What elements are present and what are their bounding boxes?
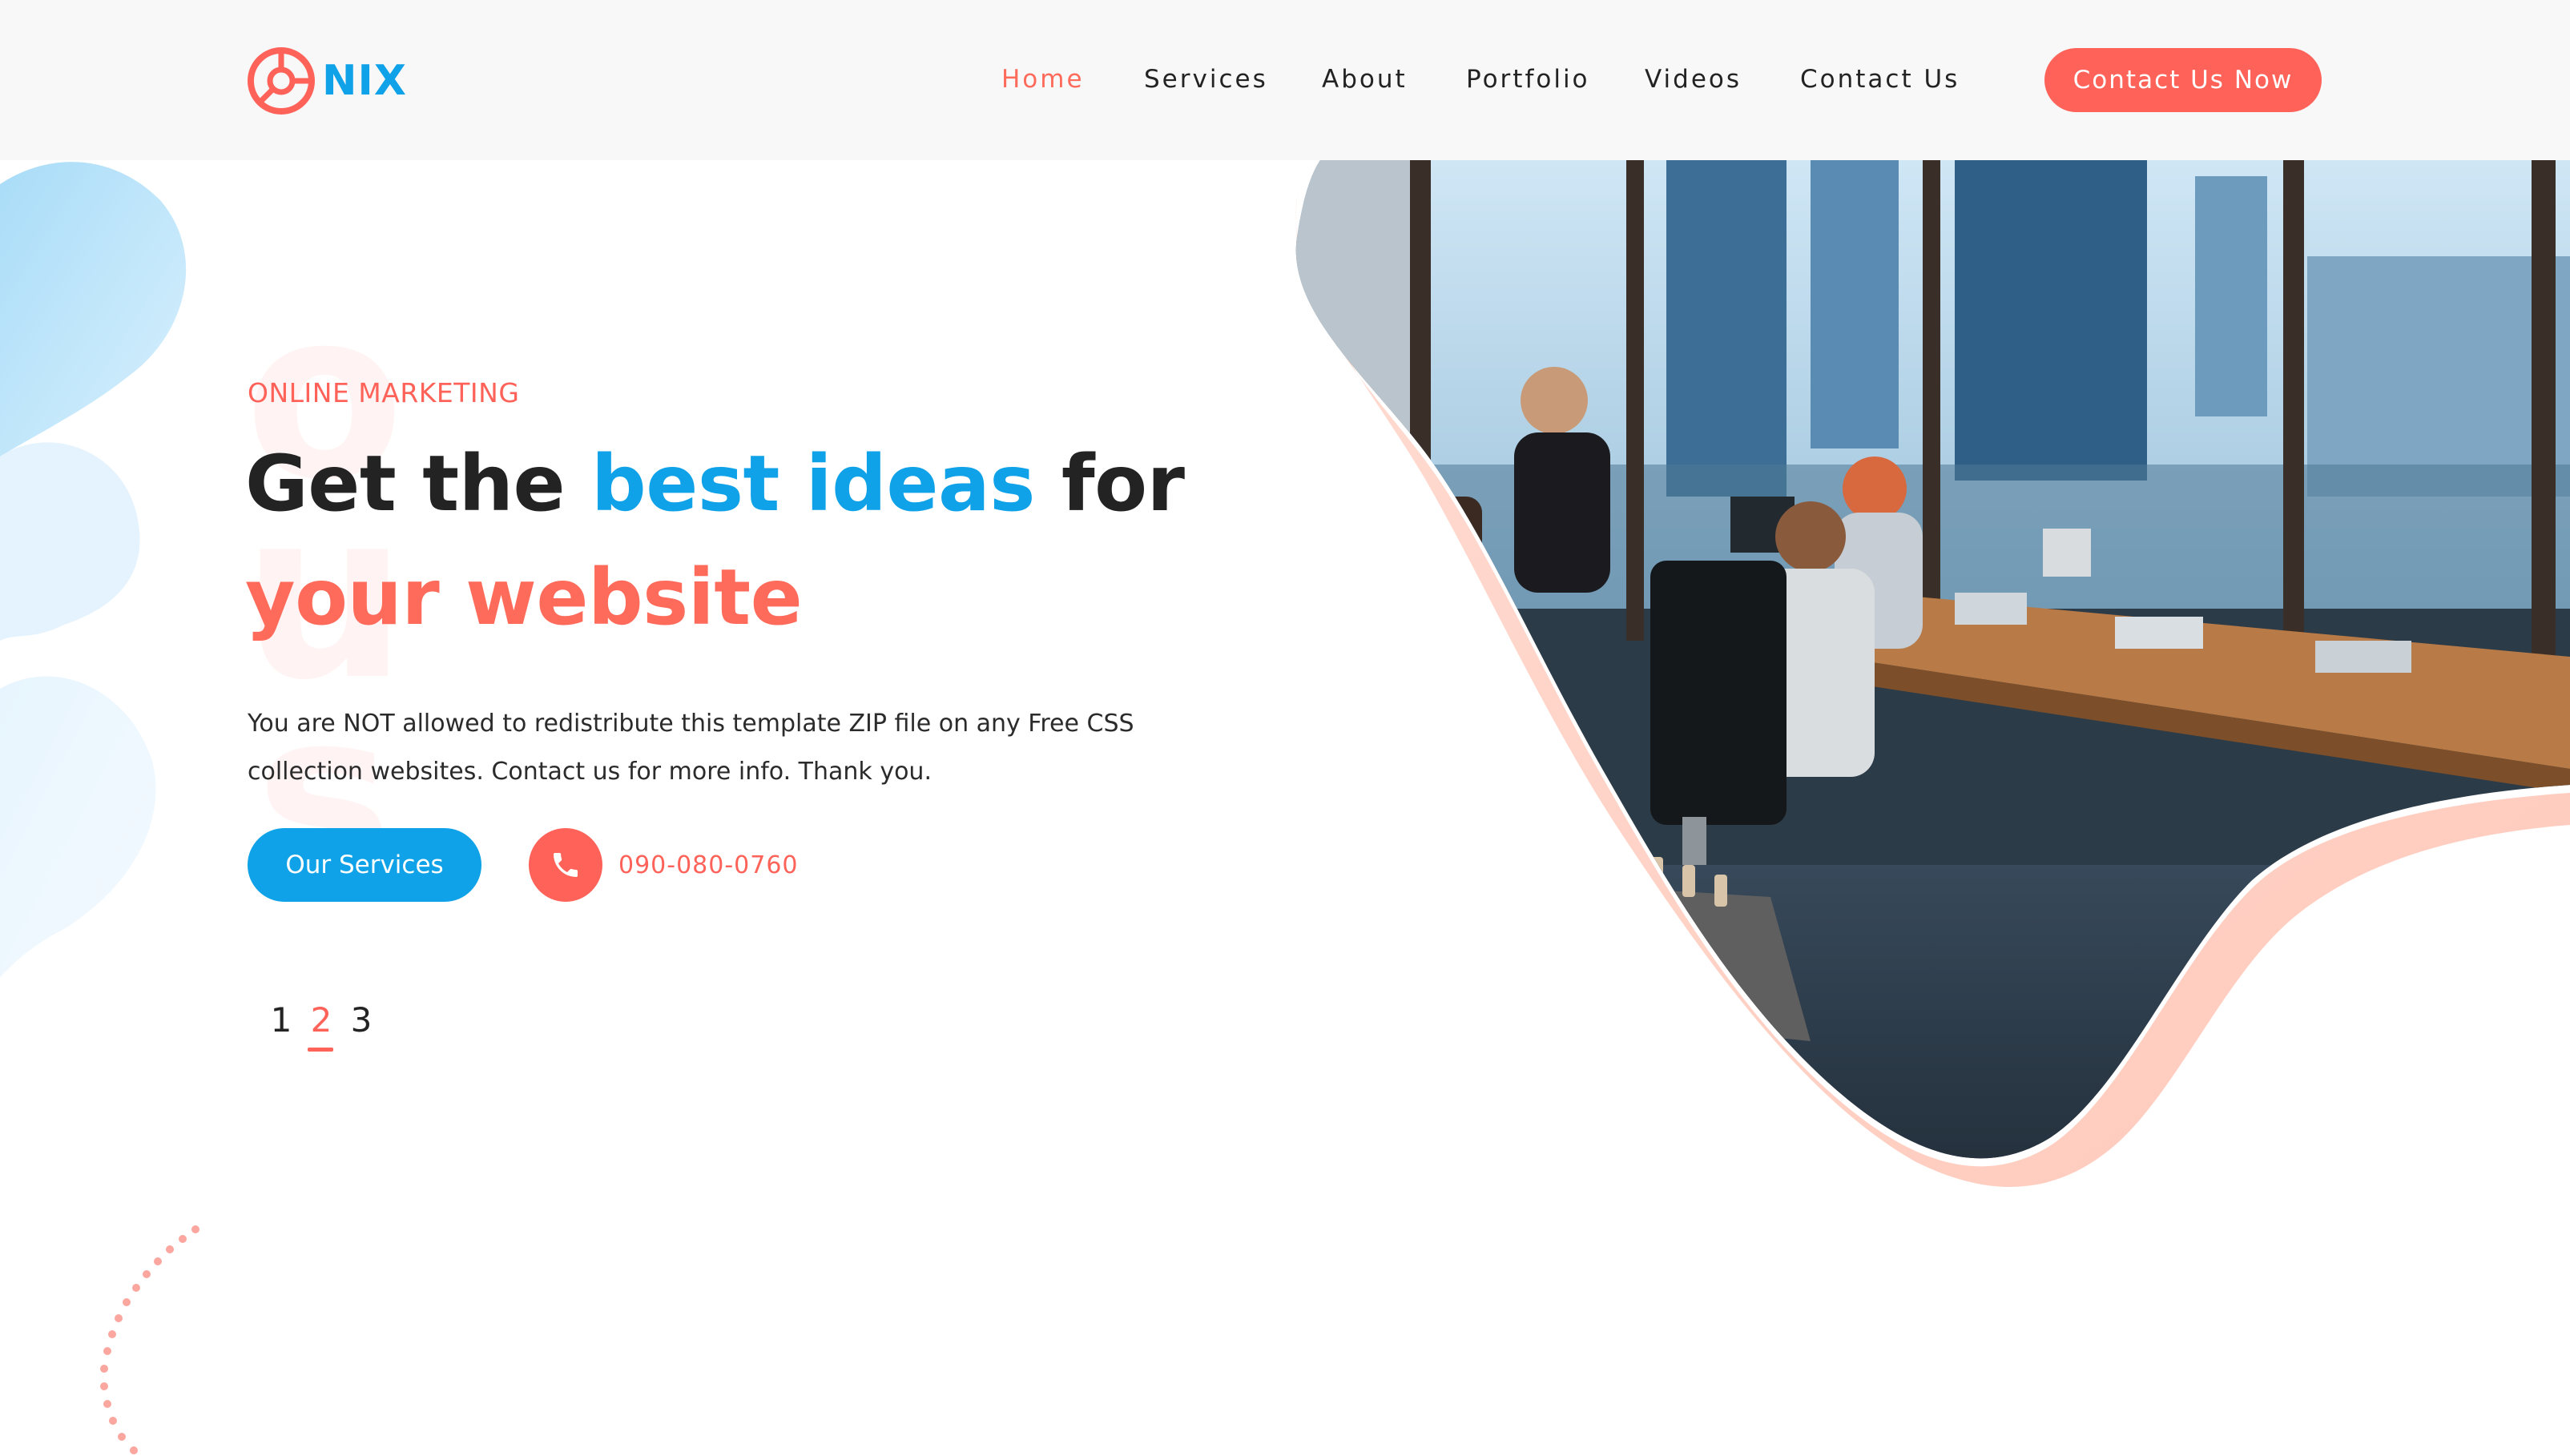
target-circle-icon — [248, 47, 315, 115]
phone-link[interactable]: 090-080-0760 — [529, 828, 799, 902]
blue-blob-shape — [0, 162, 187, 457]
hero-description: You are NOT allowed to redistribute this… — [248, 710, 1134, 786]
logo-text: NIX — [322, 57, 407, 105]
phone-number: 090-080-0760 — [618, 851, 799, 879]
phone-icon — [554, 853, 578, 877]
hero-eyebrow: ONLINE MARKETING — [248, 377, 520, 408]
nav-item-contact-us[interactable]: Contact Us — [1800, 61, 1960, 98]
title-highlight-blue: best ideas — [590, 439, 1035, 529]
nav-item-services[interactable]: Services — [1144, 61, 1268, 98]
light-blue-blob-shape — [0, 442, 140, 641]
light-blue-blob-shape-2 — [0, 676, 156, 977]
hero-title-line-1: Get the best ideas for — [245, 439, 1185, 529]
contact-us-now-button[interactable]: Contact Us Now — [2044, 48, 2322, 112]
page-number-3[interactable]: 3 — [341, 998, 381, 1043]
office-team-photo — [1295, 160, 2570, 1188]
our-services-button[interactable]: Our Services — [248, 828, 481, 902]
site-header: NIX Home Services About Portfolio Videos… — [0, 0, 2570, 160]
page-number-1[interactable]: 1 — [261, 998, 301, 1043]
dotted-arc-decoration — [100, 1225, 199, 1454]
logo[interactable]: NIX — [245, 45, 407, 117]
page-number-2[interactable]: 2 — [301, 998, 341, 1052]
hero-title-line-2: your website — [245, 553, 803, 642]
nav-item-about[interactable]: About — [1322, 61, 1408, 98]
title-text-part-2: for — [1034, 439, 1185, 529]
nav-item-portfolio[interactable]: Portfolio — [1466, 61, 1590, 98]
nav-item-home[interactable]: Home — [1001, 61, 1085, 98]
slide-pagination: 1 2 3 — [261, 998, 381, 1052]
nav-item-videos[interactable]: Videos — [1645, 61, 1742, 98]
phone-icon-circle — [529, 828, 602, 902]
title-text-part-1: Get the — [245, 439, 591, 529]
